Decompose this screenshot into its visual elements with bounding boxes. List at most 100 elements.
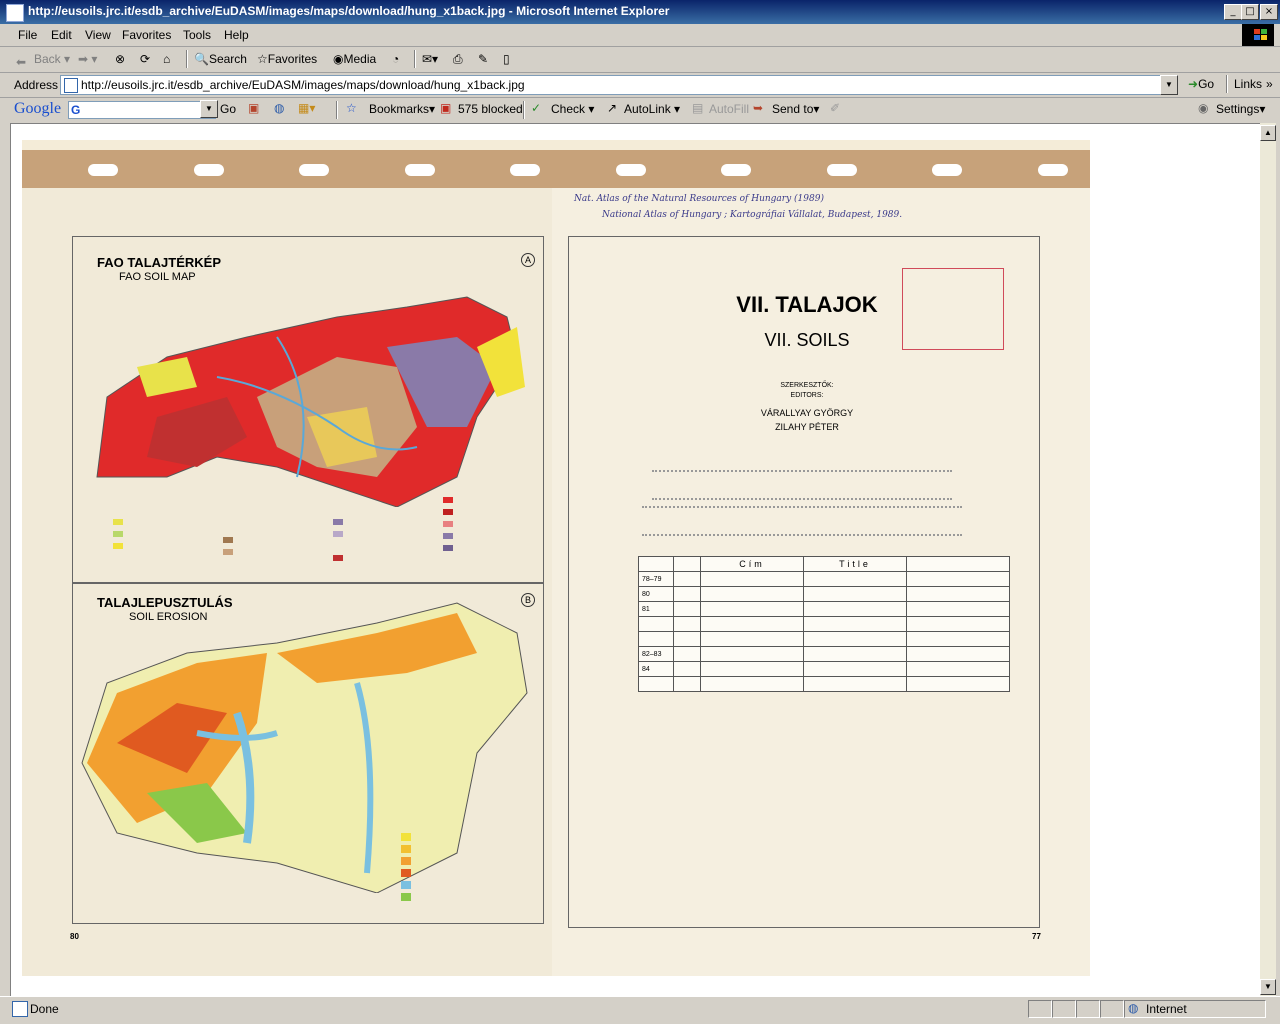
address-input[interactable]: http://eusoils.jrc.it/esdb_archive/EuDAS… (60, 75, 1178, 95)
links-chevron-icon[interactable]: » (1266, 77, 1273, 91)
history-icon: ◔ (392, 52, 400, 66)
address-dropdown-chevron-icon[interactable]: ▼ (1160, 75, 1178, 95)
handwritten-note-2: National Atlas of Hungary ; Kartográfiai… (602, 210, 903, 220)
discuss-button[interactable]: ▯ (503, 51, 510, 67)
table-row: 84 (638, 661, 1010, 677)
media-button[interactable]: ◉Media (333, 51, 376, 67)
address-label: Address (14, 78, 59, 92)
menu-tools[interactable]: Tools (183, 28, 211, 42)
chapter-title-en: VII. SOILS (764, 330, 850, 350)
popup-blocked-button[interactable]: 575 blocked (458, 102, 523, 116)
toolbar-separator (523, 101, 525, 119)
standard-toolbar: ⬅ Back ▾ ➡ ▾ ⊗ ⟳ ⌂ 🔍Search ☆Favorites ◉Me… (0, 46, 1280, 73)
menu-help[interactable]: Help (224, 28, 249, 42)
description-text-hu (652, 470, 952, 500)
table-row: 80 (638, 586, 1010, 602)
autofill-icon: ▤ (692, 101, 704, 115)
forward-button[interactable]: ➡ ▾ (78, 51, 97, 67)
media-icon: ◉ (333, 52, 344, 66)
close-button[interactable]: × (1260, 4, 1278, 20)
binder-hole (510, 164, 540, 176)
google-go-button[interactable]: Go (220, 102, 236, 116)
scroll-up-arrow-icon[interactable]: ▲ (1260, 125, 1276, 141)
menu-file[interactable]: File (18, 28, 37, 42)
back-arrow-icon: ⬅ (16, 55, 27, 69)
go-button[interactable]: ➜Go (1188, 77, 1214, 91)
toolbar-separator (414, 50, 416, 68)
binder-hole (827, 164, 857, 176)
google-globe-icon[interactable]: ◍ (274, 101, 284, 115)
google-logo[interactable]: Google (14, 100, 61, 118)
search-button[interactable]: 🔍Search (194, 51, 247, 67)
discuss-icon: ▯ (503, 52, 510, 66)
menu-view[interactable]: View (85, 28, 111, 42)
bookmarks-star-icon: ☆ (346, 101, 357, 115)
autofill-button[interactable]: AutoFill (709, 102, 749, 116)
binder-hole (405, 164, 435, 176)
mail-icon: ✉▾ (422, 52, 439, 66)
history-button[interactable]: ◔ (392, 51, 399, 67)
status-text: Done (30, 1002, 59, 1016)
home-button[interactable]: ⌂ (163, 51, 170, 67)
popup-blocker-icon: ▣ (440, 101, 452, 115)
toolbar-separator (336, 101, 338, 119)
home-icon: ⌂ (163, 52, 171, 66)
autolink-icon: ↗ (607, 101, 618, 115)
table-row (638, 676, 1010, 692)
zone-pane: ◍ Internet (1124, 1000, 1266, 1018)
settings-icon: ◉ (1198, 101, 1209, 115)
right-page-number: 77 (1032, 932, 1041, 941)
left-page-number: 80 (70, 932, 79, 941)
scroll-down-arrow-icon[interactable]: ▼ (1260, 979, 1276, 995)
fao-map-letter: A (521, 253, 535, 267)
window-title: http://eusoils.jrc.it/esdb_archive/EuDAS… (28, 4, 670, 18)
editor-2: ZILAHY PÉTER (775, 422, 839, 432)
menu-edit[interactable]: Edit (51, 28, 72, 42)
windows-flag-icon (1242, 24, 1274, 46)
google-search-dropdown-icon[interactable]: ▼ (200, 100, 218, 118)
edit-button[interactable]: ✎ (478, 51, 488, 67)
editors-label-hu: SZERKESZTŐK: (780, 382, 834, 389)
minimize-button[interactable]: _ (1224, 4, 1242, 20)
table-row (638, 631, 1010, 647)
print-button[interactable]: ⎙ (453, 51, 463, 67)
autolink-button[interactable]: AutoLink ▾ (624, 102, 680, 116)
description-text-en (642, 506, 962, 536)
stop-button[interactable]: ⊗ (115, 51, 125, 67)
highlight-pencil-icon[interactable]: ✐ (830, 101, 840, 115)
favorites-button[interactable]: ☆Favorites (257, 51, 317, 67)
table-row (638, 616, 1010, 632)
erosion-map-legend (401, 823, 537, 913)
refresh-button[interactable]: ⟳ (140, 51, 150, 67)
title-bar: http://eusoils.jrc.it/esdb_archive/EuDAS… (0, 0, 1280, 24)
address-bar: Address http://eusoils.jrc.it/esdb_archi… (0, 73, 1280, 98)
internet-globe-icon: ◍ (1128, 1001, 1139, 1015)
back-button[interactable]: ⬅ Back ▾ (16, 51, 70, 69)
handwritten-note-1: Nat. Atlas of the Natural Resources of H… (574, 194, 824, 204)
settings-button[interactable]: Settings▾ (1216, 102, 1265, 116)
print-icon: ⎙ (453, 52, 463, 66)
toolbar-separator (186, 50, 188, 68)
mail-button[interactable]: ✉▾ (422, 51, 438, 67)
status-pane (1052, 1000, 1076, 1018)
sendto-button[interactable]: Send to▾ (772, 102, 819, 116)
stop-icon: ⊗ (115, 52, 126, 66)
refresh-icon: ⟳ (140, 52, 151, 66)
maximize-button[interactable]: □ (1241, 4, 1259, 20)
google-search-input[interactable]: G (68, 101, 216, 119)
chapter-title-hu: VII. TALAJOK (736, 292, 878, 317)
menu-favorites[interactable]: Favorites (122, 28, 171, 42)
status-pane (1076, 1000, 1100, 1018)
status-pane (1100, 1000, 1124, 1018)
binder-hole (616, 164, 646, 176)
google-g-icon: G (71, 103, 81, 117)
links-button[interactable]: Links (1234, 77, 1262, 91)
table-row: 78–79 (638, 571, 1010, 587)
atlas-scan-image: FAO TALAJTÉRKÉP FAO SOIL MAP A TALAJLEPU… (22, 140, 1090, 976)
google-pagerank-icon[interactable]: ▦▾ (298, 101, 315, 115)
google-news-icon[interactable]: ▣ (248, 101, 259, 115)
binder-hole (932, 164, 962, 176)
bookmarks-button[interactable]: Bookmarks▾ (369, 102, 435, 116)
vertical-scrollbar[interactable]: ▲ ▼ (1260, 123, 1276, 996)
check-button[interactable]: Check ▾ (551, 102, 594, 116)
